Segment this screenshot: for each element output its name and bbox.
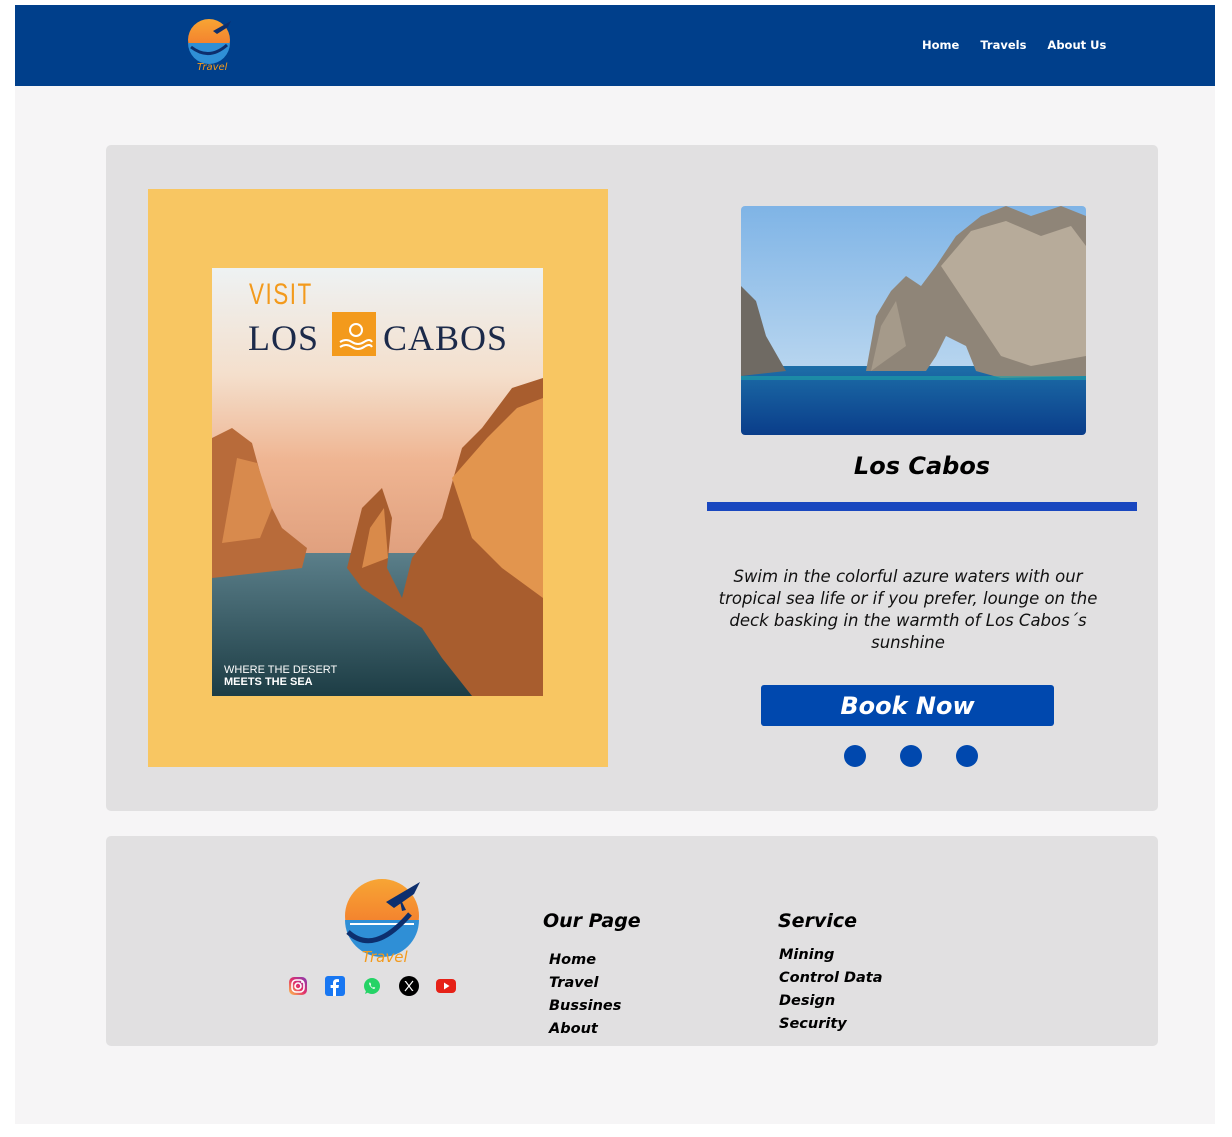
los-cabos-photo (741, 206, 1086, 435)
sun-logo-icon (332, 312, 376, 356)
nav-travels[interactable]: Travels (980, 38, 1026, 52)
carousel-dots (844, 745, 978, 767)
destination-card: VISIT LOS CABOS WHERE THE DESERT MEETS T… (106, 145, 1158, 811)
destination-title: Los Cabos (853, 452, 991, 480)
los-cabos-poster: VISIT LOS CABOS WHERE THE DESERT MEETS T… (212, 268, 543, 696)
top-navbar: Travel Home Travels About Us (15, 5, 1215, 86)
footer-link-about[interactable]: About (549, 1019, 621, 1042)
x-icon[interactable] (399, 976, 419, 996)
poster-title-cabos: CABOS (383, 318, 509, 358)
travel-logo-text: Travel (197, 62, 228, 73)
service-link-security[interactable]: Security (779, 1014, 883, 1037)
service-link-mining[interactable]: Mining (779, 945, 883, 968)
page: Travel Home Travels About Us VISIT LOS C… (15, 5, 1215, 1124)
our-page-heading: Our Page (543, 910, 641, 932)
carousel-dot-2[interactable] (900, 745, 922, 767)
nav-about-us[interactable]: About Us (1047, 38, 1106, 52)
nav-home[interactable]: Home (922, 38, 959, 52)
footer-link-travel[interactable]: Travel (549, 973, 621, 996)
carousel-dot-3[interactable] (956, 745, 978, 767)
main-nav: Home Travels About Us (922, 38, 1106, 52)
destination-description: Swim in the colorful azure waters with o… (718, 567, 1098, 652)
carousel-dot-1[interactable] (844, 745, 866, 767)
travel-logo[interactable]: Travel (187, 17, 235, 73)
poster-tagline-line1: WHERE THE DESERT (224, 664, 338, 676)
youtube-icon[interactable] (436, 976, 456, 996)
poster-tagline: WHERE THE DESERT MEETS THE SEA (224, 664, 337, 688)
footer-link-bussines[interactable]: Bussines (549, 996, 621, 1019)
poster-visit-text: VISIT (249, 278, 313, 311)
service-heading: Service (778, 910, 857, 932)
poster-frame: VISIT LOS CABOS WHERE THE DESERT MEETS T… (148, 189, 608, 767)
title-divider (707, 502, 1137, 511)
footer-logo-text: Travel (362, 948, 408, 964)
footer-link-home[interactable]: Home (549, 950, 621, 973)
our-page-links: Home Travel Bussines About (549, 950, 621, 1042)
footer: Travel Our Page Home Travel Bussines Abo… (106, 836, 1158, 1046)
footer-travel-logo[interactable]: Travel (344, 874, 424, 966)
facebook-icon[interactable] (325, 976, 345, 996)
poster-tagline-line2: MEETS THE SEA (224, 676, 313, 688)
service-links: Mining Control Data Design Security (779, 945, 883, 1037)
whatsapp-icon[interactable] (362, 976, 382, 996)
service-link-control-data[interactable]: Control Data (779, 968, 883, 991)
social-links (288, 976, 456, 996)
instagram-icon[interactable] (288, 976, 308, 996)
book-now-button[interactable]: Book Now (761, 685, 1054, 726)
poster-title-los: LOS (248, 318, 320, 358)
service-link-design[interactable]: Design (779, 991, 883, 1014)
